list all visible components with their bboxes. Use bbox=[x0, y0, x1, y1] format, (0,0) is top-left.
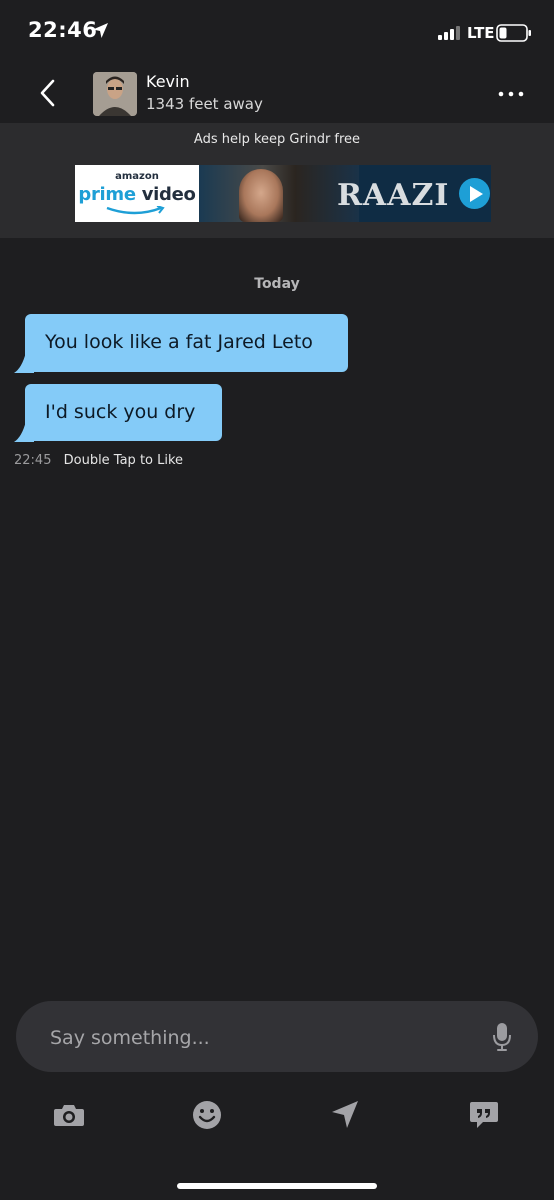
microphone-icon[interactable] bbox=[492, 1022, 512, 1052]
camera-icon[interactable] bbox=[52, 1098, 86, 1132]
like-hint: Double Tap to Like bbox=[63, 453, 184, 468]
banner-photo bbox=[199, 165, 359, 222]
status-time: 22:46 bbox=[28, 18, 98, 42]
bubble-tail bbox=[14, 421, 34, 442]
prime-video-logo: amazon prime video bbox=[75, 165, 199, 222]
banner-face-image bbox=[239, 169, 283, 222]
prime-video-wordmark: prime video bbox=[78, 184, 196, 205]
location-services-icon bbox=[93, 23, 108, 38]
message-composer bbox=[16, 1001, 538, 1074]
contact-distance: 1343 feet away bbox=[146, 95, 263, 113]
signal-strength-icon bbox=[438, 26, 460, 40]
message-bubble[interactable]: You look like a fat Jared Leto bbox=[25, 314, 348, 372]
message-timestamp: 22:45 bbox=[14, 453, 52, 468]
message-input[interactable] bbox=[48, 1001, 472, 1074]
back-chevron-icon[interactable] bbox=[36, 78, 62, 108]
bubble-tail bbox=[14, 352, 34, 373]
ad-caption: Ads help keep Grindr free bbox=[193, 132, 361, 147]
message-meta: 22:45 Double Tap to Like bbox=[14, 453, 183, 468]
chat-header: Kevin 1343 feet away bbox=[0, 66, 554, 123]
more-options-icon[interactable] bbox=[494, 84, 528, 104]
location-icon[interactable] bbox=[328, 1098, 362, 1132]
profile-avatar[interactable] bbox=[93, 72, 137, 116]
saved-phrases-icon[interactable] bbox=[467, 1098, 501, 1132]
home-indicator[interactable] bbox=[177, 1183, 377, 1189]
status-bar: 22:46 LTE bbox=[0, 0, 554, 66]
ad-section: Ads help keep Grindr free amazon prime v… bbox=[0, 123, 554, 238]
banner-title: RAAZI bbox=[337, 178, 450, 213]
message-text: You look like a fat Jared Leto bbox=[45, 331, 313, 353]
battery-icon bbox=[496, 24, 531, 42]
message-text: I'd suck you dry bbox=[45, 401, 196, 423]
emoji-icon[interactable] bbox=[190, 1098, 224, 1132]
ad-banner[interactable]: amazon prime video RAAZI bbox=[75, 165, 491, 222]
play-icon[interactable] bbox=[459, 178, 490, 209]
contact-name[interactable]: Kevin bbox=[146, 72, 190, 91]
day-separator: Today bbox=[254, 276, 300, 292]
amazon-wordmark: amazon bbox=[115, 171, 159, 182]
message-bubble[interactable]: I'd suck you dry bbox=[25, 384, 222, 441]
network-type: LTE bbox=[467, 24, 495, 42]
amazon-smile-icon bbox=[106, 206, 165, 215]
profile-photo-icon bbox=[93, 72, 137, 116]
